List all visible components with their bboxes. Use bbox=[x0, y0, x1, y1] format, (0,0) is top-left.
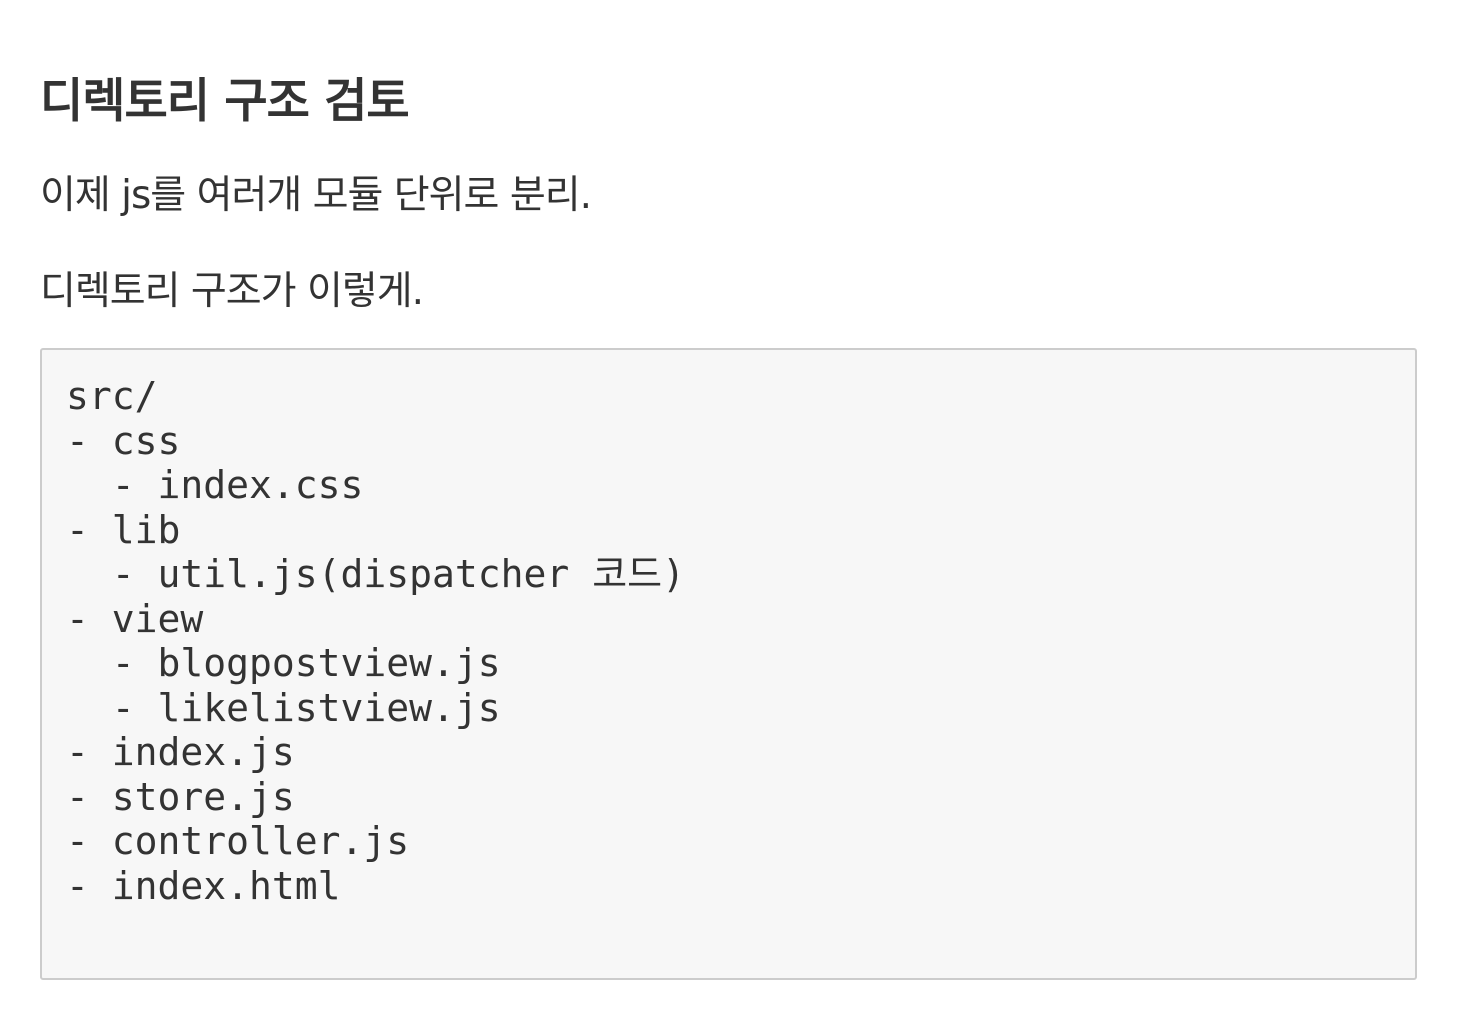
section-heading: 디렉토리 구조 검토 bbox=[40, 74, 410, 129]
paragraph-modules: 이제 js를 여러개 모듈 단위로 분리. bbox=[40, 173, 592, 218]
code-line: - index.js bbox=[66, 730, 295, 774]
code-line: - likelistview.js bbox=[66, 685, 501, 730]
code-line: - controller.js bbox=[66, 819, 410, 863]
code-content: src/- css - index.css - lib - util.js(dis… bbox=[66, 374, 1391, 908]
page: 디렉토리 구조 검토 이제 js를 여러개 모듈 단위로 분리. 디렉토리 구조… bbox=[0, 0, 1472, 1036]
code-line: - store.js bbox=[66, 774, 295, 819]
code-line: - css bbox=[66, 418, 181, 463]
code-line: src/ bbox=[66, 374, 158, 418]
paragraph-directory: 디렉토리 구조가 이렇게. bbox=[40, 269, 424, 314]
code-line: - blogpostview.js bbox=[66, 641, 501, 685]
code-line: - lib bbox=[66, 507, 181, 552]
code-line: - index.html bbox=[66, 863, 341, 908]
code-line: - view bbox=[66, 596, 204, 641]
code-line: - util.js(dispatcher 코드) bbox=[66, 552, 685, 596]
code-line: - index.css bbox=[66, 463, 364, 507]
code-block: src/- css - index.css - lib - util.js(dis… bbox=[40, 348, 1417, 980]
